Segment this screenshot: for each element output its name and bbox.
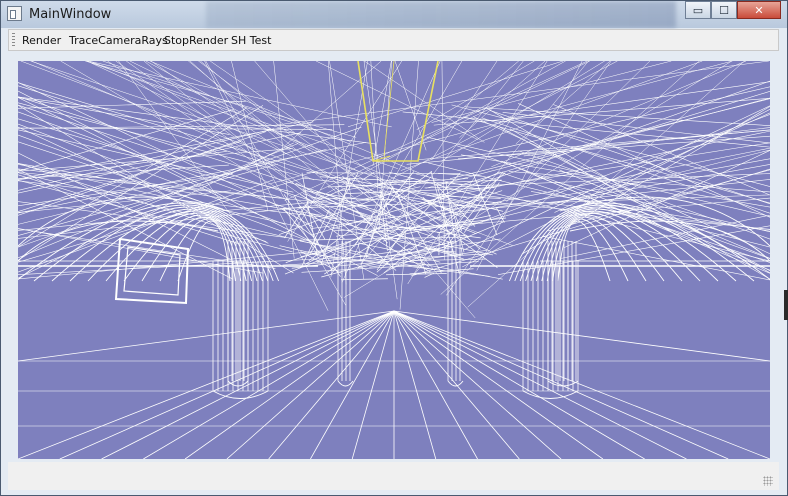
app-window-icon	[7, 6, 22, 21]
toolbar: Render TraceCameraRays StopRender SH Tes…	[8, 29, 779, 51]
caption-buttons: ▭ ☐ ✕	[685, 1, 781, 19]
render-button[interactable]: Render	[22, 34, 61, 47]
desktop-edge	[784, 290, 788, 320]
window-title: MainWindow	[29, 7, 112, 22]
stop-render-button[interactable]: StopRender	[164, 34, 228, 47]
sh-test-button[interactable]: SH Test	[231, 34, 271, 47]
render-viewport[interactable]	[18, 61, 770, 459]
resize-grip[interactable]	[763, 476, 773, 486]
trace-camera-rays-button[interactable]: TraceCameraRays	[69, 34, 168, 47]
status-bar	[8, 462, 779, 490]
background-content-blur	[206, 1, 676, 28]
close-button[interactable]: ✕	[737, 1, 781, 19]
maximize-button[interactable]: ☐	[711, 1, 737, 19]
toolbar-grip-handle[interactable]	[12, 33, 15, 47]
minimize-button[interactable]: ▭	[685, 1, 711, 19]
title-bar[interactable]: MainWindow ▭ ☐ ✕	[1, 1, 787, 28]
main-window: MainWindow ▭ ☐ ✕ Render TraceCameraRays …	[0, 0, 788, 496]
wireframe-render	[18, 61, 770, 459]
